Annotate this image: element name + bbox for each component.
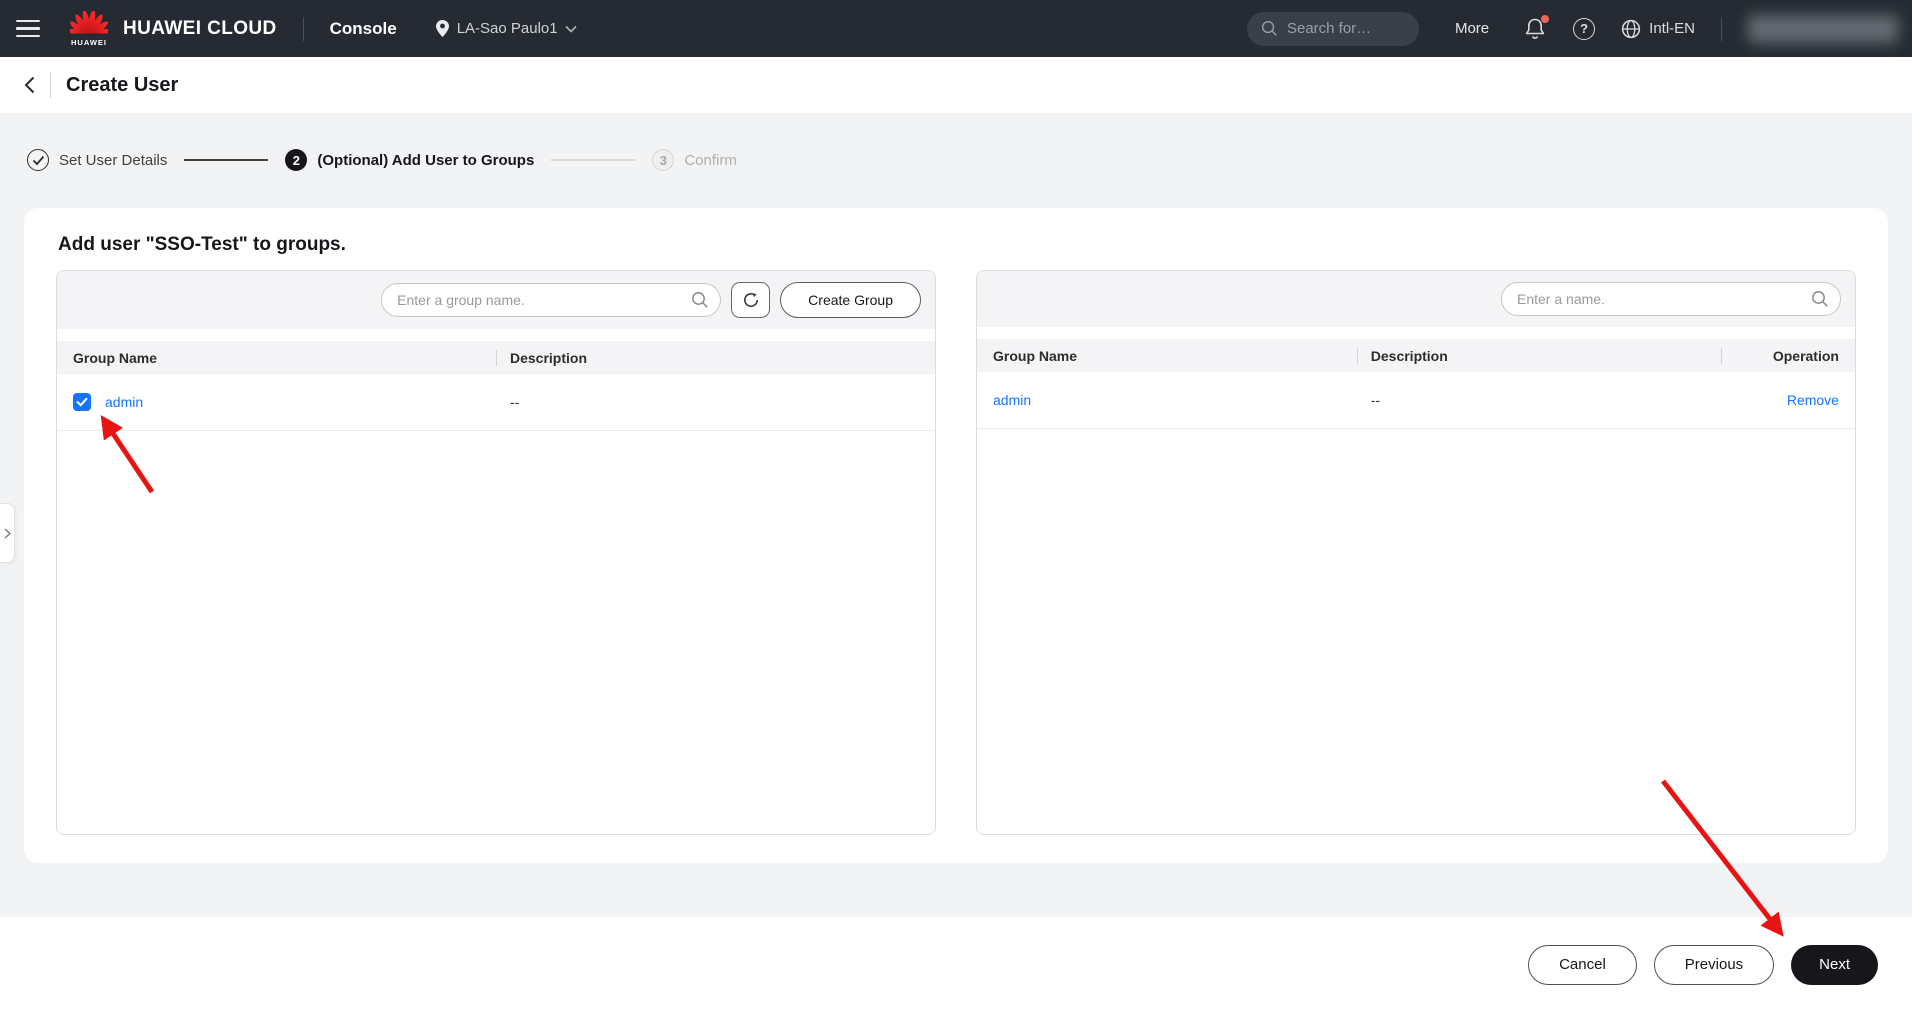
column-group-name: Group Name xyxy=(993,347,1078,364)
help-button[interactable]: ? xyxy=(1573,17,1596,40)
page-title: Create User xyxy=(66,73,179,96)
chevron-right-icon xyxy=(4,527,11,539)
huawei-flower-icon xyxy=(70,10,108,37)
wizard-steps: Set User Details 2 (Optional) Add User t… xyxy=(27,149,1912,171)
group-search xyxy=(381,283,722,317)
available-groups-panel: Create Group Group Name Description admi… xyxy=(56,270,936,835)
chevron-left-icon xyxy=(24,76,35,94)
chevron-down-icon xyxy=(565,25,577,33)
global-search[interactable]: Search for… xyxy=(1246,11,1419,46)
step2-label: (Optional) Add User to Groups xyxy=(317,151,535,169)
step-connector xyxy=(551,159,636,161)
group-search-input[interactable] xyxy=(381,283,722,317)
screen: HUAWEI HUAWEI CLOUD Console LA-Sao Paulo… xyxy=(0,0,1912,1012)
table-row: admin -- xyxy=(57,374,935,431)
create-group-button[interactable]: Create Group xyxy=(780,282,921,318)
globe-icon xyxy=(1622,19,1641,38)
group-description: -- xyxy=(1370,392,1381,408)
column-description: Description xyxy=(496,350,919,366)
topbar-divider xyxy=(302,16,304,41)
language-selector[interactable]: Intl-EN xyxy=(1621,19,1695,39)
region-label: LA-Sao Paulo1 xyxy=(456,20,558,37)
column-group-name: Group Name xyxy=(73,349,158,366)
step-confirm: 3 Confirm xyxy=(652,149,737,171)
brand-title: HUAWEI CLOUD xyxy=(123,17,277,39)
global-search-placeholder: Search for… xyxy=(1286,20,1372,37)
search-icon xyxy=(1261,20,1277,36)
column-operation: Operation xyxy=(1721,348,1839,364)
topbar-divider xyxy=(1721,16,1722,41)
selected-search-input[interactable] xyxy=(1501,282,1841,316)
step-set-user-details[interactable]: Set User Details xyxy=(27,149,167,171)
next-button[interactable]: Next xyxy=(1791,944,1878,985)
card-heading: Add user "SSO-Test" to groups. xyxy=(58,234,346,255)
menu-icon[interactable] xyxy=(0,0,56,57)
selected-groups-panel: Group Name Description Operation admin -… xyxy=(976,270,1856,835)
step2-number: 2 xyxy=(285,149,308,171)
step1-check-icon xyxy=(27,149,49,171)
notification-badge-dot xyxy=(1541,14,1550,23)
step-add-user-to-groups: 2 (Optional) Add User to Groups xyxy=(285,149,534,171)
refresh-button[interactable] xyxy=(731,282,771,318)
group-checkbox-checked[interactable] xyxy=(73,393,91,411)
content-card: Add user "SSO-Test" to groups. Enter a g… xyxy=(24,208,1888,863)
remove-link[interactable]: Remove xyxy=(1787,392,1839,408)
sidebar-expand-handle[interactable] xyxy=(0,503,15,563)
more-menu[interactable]: More xyxy=(1455,20,1489,37)
huawei-logo-word: HUAWEI xyxy=(71,37,107,47)
selected-groups-toolbar xyxy=(977,271,1855,327)
refresh-icon xyxy=(743,293,758,308)
cancel-button[interactable]: Cancel xyxy=(1528,944,1637,985)
previous-button[interactable]: Previous xyxy=(1653,944,1775,985)
notifications-button[interactable] xyxy=(1523,14,1550,42)
topbar: HUAWEI HUAWEI CLOUD Console LA-Sao Paulo… xyxy=(0,0,1912,57)
wizard-footer: Cancel Previous Next xyxy=(0,917,1912,1012)
step-connector xyxy=(184,159,269,161)
language-label: Intl-EN xyxy=(1649,20,1695,37)
region-selector[interactable]: LA-Sao Paulo1 xyxy=(435,19,577,38)
account-name-redacted[interactable] xyxy=(1748,14,1898,43)
back-button[interactable] xyxy=(24,76,35,94)
header-divider xyxy=(50,72,51,98)
table-header: Group Name Description xyxy=(57,341,935,374)
search-icon[interactable] xyxy=(691,291,709,309)
huawei-logo[interactable]: HUAWEI xyxy=(70,10,108,47)
selected-search xyxy=(1501,282,1841,316)
check-icon xyxy=(76,397,88,407)
location-pin-icon xyxy=(435,20,449,37)
step1-label: Set User Details xyxy=(59,151,168,169)
step3-number: 3 xyxy=(652,149,675,171)
group-name-link[interactable]: admin xyxy=(105,394,143,410)
group-name-link[interactable]: admin xyxy=(993,392,1031,408)
column-description: Description xyxy=(1357,348,1721,364)
group-description: -- xyxy=(510,394,520,410)
page-header: Create User xyxy=(0,57,1912,113)
table-header: Group Name Description Operation xyxy=(977,339,1855,372)
table-empty-area xyxy=(977,429,1855,834)
table-empty-area xyxy=(57,431,935,834)
table-row: admin -- Remove xyxy=(977,372,1855,429)
available-groups-toolbar: Create Group xyxy=(57,271,935,329)
console-link[interactable]: Console xyxy=(330,19,397,39)
step3-label: Confirm xyxy=(684,151,737,169)
search-icon[interactable] xyxy=(1811,290,1829,308)
